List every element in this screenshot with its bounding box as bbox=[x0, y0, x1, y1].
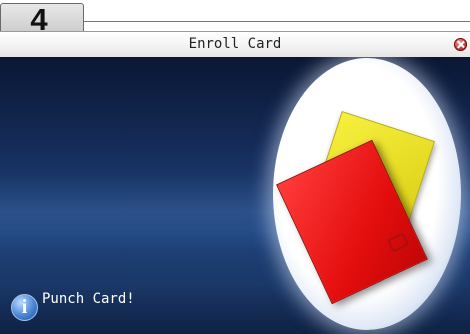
status-message: Punch Card! bbox=[42, 291, 135, 307]
title-bar: Enroll Card bbox=[0, 31, 470, 57]
main-content: i Punch Card! bbox=[0, 57, 470, 334]
info-icon: i bbox=[11, 294, 38, 321]
window-title: Enroll Card bbox=[188, 36, 282, 52]
title-divider bbox=[84, 21, 470, 22]
close-icon[interactable] bbox=[454, 38, 467, 51]
status-bar: i Punch Card! bbox=[0, 275, 470, 334]
